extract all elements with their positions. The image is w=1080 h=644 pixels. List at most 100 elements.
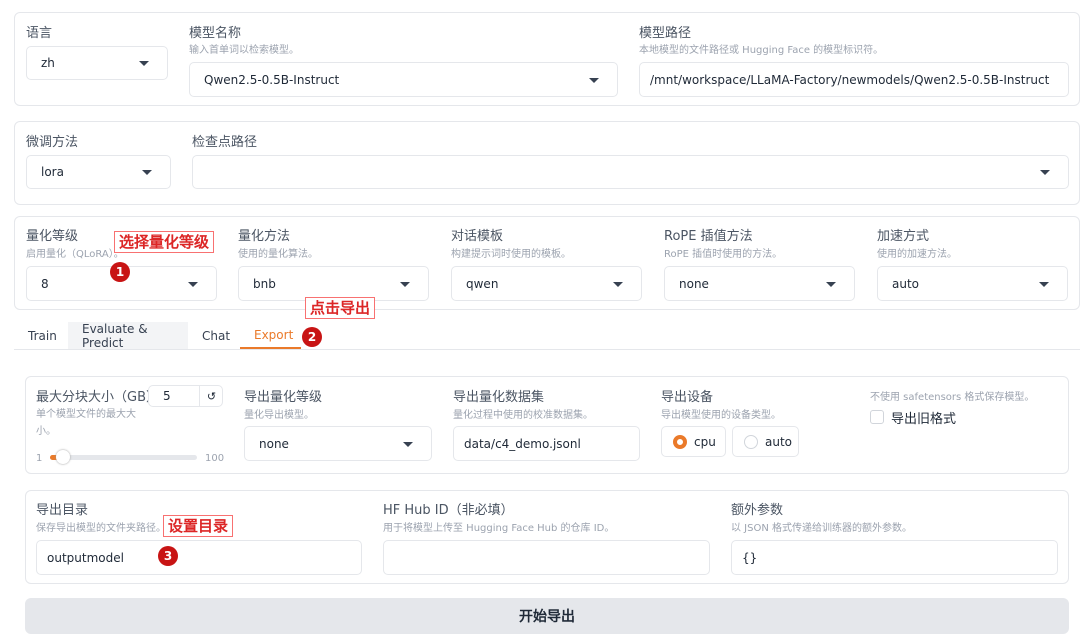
chevron-down-icon [139,61,149,66]
lang-value: zh [41,56,55,70]
model-name-hint: 输入首单词以检索模型。 [189,45,299,56]
quant-method-value: bnb [253,276,276,291]
extra-label: 额外参数 [731,503,784,518]
tab-export[interactable]: Export [240,322,301,349]
tab-evaluate[interactable]: Evaluate & Predict [68,321,188,350]
radio-unchecked-icon [744,434,758,449]
tab-train[interactable]: Train [14,322,71,349]
quant-method-label: 量化方法 [238,229,291,244]
model-path-value: /mnt/workspace/LLaMA-Factory/newmodels/Q… [650,72,1050,87]
annotation-label: 点击导出 [305,297,376,319]
legacy-hint: 不使用 safetensors 格式保存模型。 [870,392,1035,403]
tab-label: Train [28,328,57,343]
shard-slider[interactable] [50,450,197,464]
quant-dataset-hint: 量化过程中使用的校准数据集。 [453,410,593,421]
booster-dropdown[interactable]: auto [877,266,1068,301]
dir-hint: 保存导出模型的文件夹路径。 [36,523,166,534]
model-name-value: Qwen2.5-0.5B-Instruct [204,72,340,87]
model-path-input[interactable]: /mnt/workspace/LLaMA-Factory/newmodels/Q… [639,62,1069,97]
shard-value: 5 [163,389,171,403]
lang-label: 语言 [26,26,53,41]
annotation-marker: 1 [110,262,130,282]
chevron-down-icon [188,281,198,287]
finetune-label: 微调方法 [26,135,79,150]
quant-bit-label: 量化等级 [26,229,79,244]
model-name-label: 模型名称 [189,26,242,41]
shard-number-input[interactable]: 5 ↺ [148,385,223,407]
button-label: 开始导出 [519,609,575,625]
reset-icon[interactable]: ↺ [199,386,222,406]
shard-hint: 单个模型文件的最大大小。 [36,409,136,437]
quant-method-dropdown[interactable]: bnb [238,266,429,301]
quant-bit-value: 8 [41,276,49,291]
extra-hint: 以 JSON 格式传递给训练器的额外参数。 [731,523,913,534]
device-label: 导出设备 [661,390,714,405]
tab-label: Chat [202,328,231,343]
annotation-marker: 3 [158,546,178,566]
model-path-label: 模型路径 [639,26,692,41]
dir-label: 导出目录 [36,503,89,518]
slider-thumb[interactable] [55,450,70,464]
radio-label: cpu [694,434,716,449]
tab-label: Evaluate & Predict [82,321,148,350]
chevron-down-icon [1040,170,1050,175]
chevron-down-icon [589,77,599,83]
quant-bit-value: none [259,436,289,451]
booster-hint: 使用的加速方法。 [877,249,957,260]
dir-input[interactable]: outputmodel [36,540,362,575]
checkpoint-dropdown[interactable] [192,155,1069,189]
hub-hint: 用于将模型上传至 Hugging Face Hub 的仓库 ID。 [383,523,615,534]
rope-value: none [679,276,709,291]
quant-method-hint: 使用的量化算法。 [238,249,318,260]
hub-label: HF Hub ID（非必填） [383,503,514,518]
annotation-label: 选择量化等级 [114,231,215,253]
quant-bit-hint: 量化导出模型。 [244,410,314,421]
chevron-down-icon [613,281,623,287]
dir-value: outputmodel [47,550,124,565]
radio-checked-icon [673,434,687,449]
chevron-down-icon [1039,281,1049,287]
device-radio-cpu[interactable]: cpu [661,426,726,457]
quant-bit-hint: 启用量化（QLoRA）。 [26,249,124,260]
tab-label: Export [254,327,294,342]
slider-max: 100 [205,453,225,464]
checkpoint-label: 检查点路径 [192,135,258,150]
quant-bit-dropdown[interactable]: none [244,426,432,461]
annotation-marker: 2 [302,327,322,347]
legacy-label: 导出旧格式 [891,412,957,427]
device-radio-auto[interactable]: auto [732,426,799,457]
finetune-value: lora [41,165,64,179]
template-dropdown[interactable]: qwen [451,266,642,301]
template-hint: 构建提示词时使用的模板。 [451,249,571,260]
chevron-down-icon [826,281,836,287]
model-name-dropdown[interactable]: Qwen2.5-0.5B-Instruct [189,62,618,97]
rope-label: RoPE 插值方法 [664,229,753,244]
rope-hint: RoPE 插值时使用的方法。 [664,249,783,260]
booster-value: auto [892,276,920,291]
chevron-down-icon [403,441,413,447]
device-hint: 导出模型使用的设备类型。 [661,410,781,421]
start-export-button[interactable]: 开始导出 [25,598,1069,634]
radio-label: auto [765,434,793,449]
booster-label: 加速方式 [877,229,930,244]
quant-dataset-input[interactable]: data/c4_demo.jsonl [453,426,640,461]
template-label: 对话模板 [451,229,504,244]
quant-dataset-value: data/c4_demo.jsonl [464,436,581,451]
rope-dropdown[interactable]: none [664,266,855,301]
shard-label: 最大分块大小（GB） [36,390,159,405]
hub-input[interactable] [383,540,710,575]
quant-bit-label: 导出量化等级 [244,390,323,405]
finetune-dropdown[interactable]: lora [26,155,171,189]
template-value: qwen [466,276,499,291]
extra-value: {} [742,550,758,565]
annotation-label: 设置目录 [163,515,234,537]
chevron-down-icon [142,170,152,175]
legacy-checkbox[interactable] [870,410,884,424]
quant-dataset-label: 导出量化数据集 [453,390,545,405]
slider-min: 1 [36,453,43,464]
model-path-hint: 本地模型的文件路径或 Hugging Face 的模型标识符。 [639,45,884,56]
lang-dropdown[interactable]: zh [26,46,168,80]
chevron-down-icon [400,281,410,287]
extra-input[interactable]: {} [731,540,1058,575]
tab-chat[interactable]: Chat [188,322,244,349]
